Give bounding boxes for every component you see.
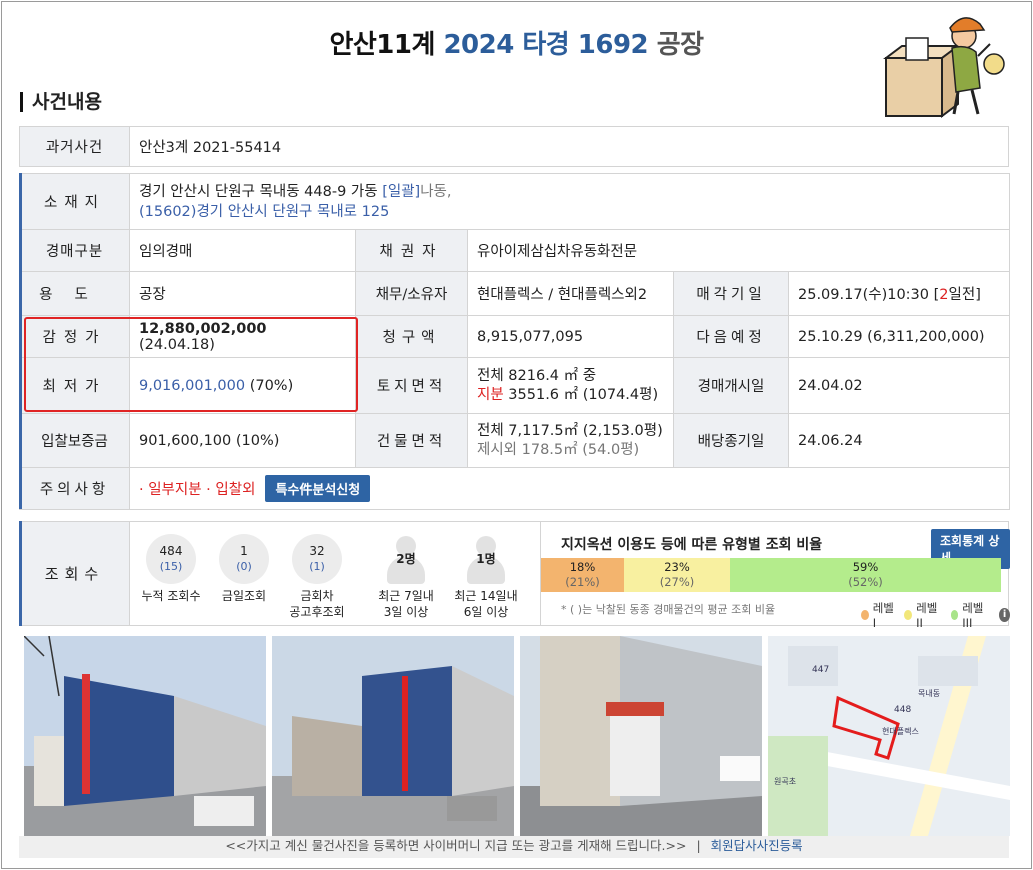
sale-date-value: 25.09.17(수)10:30 [2일전]: [787, 271, 1011, 316]
section-title: 사건내용: [20, 92, 102, 112]
map-label-school: 원곡초: [774, 777, 796, 786]
dividend-date-value: 24.06.24: [787, 413, 1011, 468]
ratio-bar: 59% (52%): [730, 558, 1001, 592]
views-label: 조회수: [20, 522, 130, 625]
property-photo-3[interactable]: [520, 636, 762, 836]
view-stat: 32 (1) 금회차 공고후조회: [281, 534, 353, 620]
map-label-company: 현대플렉스: [882, 726, 919, 736]
view-stat: 2명최근 7일내 3일 이상: [370, 534, 442, 620]
deposit-value: 901,600,100 (10%): [129, 413, 356, 468]
register-photo-link[interactable]: 회원답사사진등록: [711, 838, 803, 853]
map-label-448: 448: [894, 705, 911, 715]
start-date-value: 24.04.02: [787, 357, 1011, 414]
case-number: 2024 타경 1692: [443, 30, 649, 60]
legend-dot: [950, 610, 959, 620]
stat-circle: 484 (15): [146, 534, 196, 584]
legend-dot: [904, 610, 913, 620]
stat-caption: 최근 14일내 6일 이상: [454, 589, 518, 619]
share-area: 3551.6 ㎡ (1074.4평): [503, 386, 659, 403]
building-area-total: 전체 7,117.5㎡ (2,153.0평): [477, 422, 663, 439]
view-stat: 1 (0) 금일조회: [208, 534, 280, 604]
person-icon: 2명: [381, 534, 431, 584]
view-stat: 484 (15) 누적 조회수: [135, 534, 207, 604]
land-area-label: 토지면적: [355, 357, 468, 414]
ratio-legend: 레벨 I 레벨 II 레벨 III i: [861, 600, 1010, 630]
auction-type-label: 경매구분: [19, 229, 130, 272]
property-photo-2[interactable]: [272, 636, 514, 836]
view-ratio-panel: 지지옥션 이용도 등에 따른 유형별 조회 비율 조회통계 상세 18%(21%…: [540, 522, 1010, 630]
building-area-label: 건물면적: [355, 413, 468, 468]
land-area-value: 전체 8216.4 ㎡ 중 지분 3551.6 ㎡ (1074.4평): [467, 357, 674, 414]
ratio-bar: 23% (27%): [624, 558, 730, 592]
stat-caption: 누적 조회수: [141, 589, 201, 603]
next-sale-value: 25.10.29 (6,311,200,000): [787, 315, 1011, 358]
court-name: 안산11계: [329, 30, 435, 60]
legend-label: 레벨 II: [916, 601, 938, 630]
debtor-label: 채무/소유자: [355, 271, 468, 316]
notice-value: · 일부지분 · 입찰외 특수件분석신청: [128, 467, 1011, 510]
view-stat: 1명최근 14일내 6일 이상: [450, 534, 522, 620]
highlight-box: [24, 317, 358, 412]
sale-date-label: 매각기일: [673, 271, 789, 316]
ratio-title: 지지옥션 이용도 등에 따른 유형별 조회 비율: [561, 537, 823, 553]
address-line1: 경기 안산시 단원구 목내동 448-9 가동: [139, 183, 383, 200]
auction-type-value: 임의경매: [129, 229, 356, 272]
claim-value: 8,915,077,095: [467, 315, 674, 358]
stat-circle: 1 (0): [219, 534, 269, 584]
claim-label: 청구액: [355, 315, 468, 358]
address-line1-suffix: 나동,: [420, 183, 452, 200]
usage-value: 공장: [129, 271, 356, 316]
accent-bar: [19, 173, 22, 509]
usage-label: 용도: [19, 271, 130, 316]
accent-bar: [19, 521, 22, 626]
deposit-label: 입찰보증금: [19, 413, 130, 468]
legend-dot: [861, 610, 869, 620]
mascot-illustration: [883, 17, 1005, 118]
ratio-note: * ( )는 낙찰된 동종 경매물건의 평균 조회 비율: [561, 603, 776, 616]
building-area-value: 전체 7,117.5㎡ (2,153.0평) 제시외 178.5㎡ (54.0평…: [467, 413, 674, 468]
info-icon[interactable]: i: [999, 608, 1010, 622]
creditor-label: 채권자: [355, 229, 468, 272]
map-label-dong: 목내동: [918, 689, 940, 698]
location-label: 소재지: [19, 173, 130, 230]
road-address[interactable]: (15602)경기 안산시 단원구 목내로 125: [139, 202, 1000, 222]
ratio-bar: 18% (21%): [541, 558, 624, 592]
next-sale-label: 다음예정: [673, 315, 789, 358]
map-label-447: 447: [812, 665, 829, 675]
legend-label: 레벨 III: [962, 601, 984, 630]
location-value: 경기 안산시 단원구 목내동 448-9 가동 [일괄]나동, (15602)경…: [128, 173, 1011, 230]
stat-caption: 금일조회: [221, 589, 267, 603]
property-photo-1[interactable]: [24, 636, 266, 836]
location-map[interactable]: 447 448 현대플렉스 원곡초 목내동: [768, 636, 1010, 836]
property-type: 공장: [656, 30, 704, 60]
land-area-total: 전체 8216.4 ㎡ 중: [477, 367, 597, 384]
past-case-table: 과거사건 안산3계 2021-55414: [19, 126, 1009, 167]
views-panel: 조회수 484 (15) 누적 조회수 1 (0) 금일조회 32 (1) 금회차 공고후조회 2명…: [19, 521, 1010, 630]
photo-caption: <<가지고 계신 물건사진을 등록하면 사이버머니 지급 또는 광고를 게재해 …: [19, 836, 1009, 858]
stat-circle: 32 (1): [292, 534, 342, 584]
case-title: 안산11계 2024 타경 1692 공장: [0, 24, 1033, 61]
start-date-label: 경매개시일: [673, 357, 789, 414]
notice-label: 주의사항: [19, 467, 130, 510]
legend-label: 레벨 I: [872, 601, 894, 630]
special-analysis-button[interactable]: 특수件분석신청: [265, 475, 371, 502]
notice-text: · 일부지분 · 입찰외: [139, 482, 256, 498]
stat-caption: 최근 7일내 3일 이상: [378, 589, 434, 619]
dividend-date-label: 배당종기일: [673, 413, 789, 468]
photo-gallery: 447 448 현대플렉스 원곡초 목내동: [24, 636, 1010, 836]
share-tag: 지분: [477, 386, 504, 403]
creditor-value: 유아이제삼십차유동화전문: [466, 229, 1011, 272]
past-case-value[interactable]: 안산3계 2021-55414: [129, 126, 1009, 167]
person-icon: 1명: [461, 534, 511, 584]
stat-caption: 금회차 공고후조회: [289, 589, 345, 619]
caption-text: <<가지고 계신 물건사진을 등록하면 사이버머니 지급 또는 광고를 게재해 …: [225, 838, 687, 853]
bulk-tag[interactable]: [일괄]: [382, 184, 420, 200]
building-area-extra: 제시외 178.5㎡ (54.0평): [477, 441, 640, 458]
debtor-value: 현대플렉스 / 현대플렉스외2: [467, 271, 674, 316]
past-case-label: 과거사건: [19, 126, 130, 167]
days-left: 2: [939, 287, 949, 303]
